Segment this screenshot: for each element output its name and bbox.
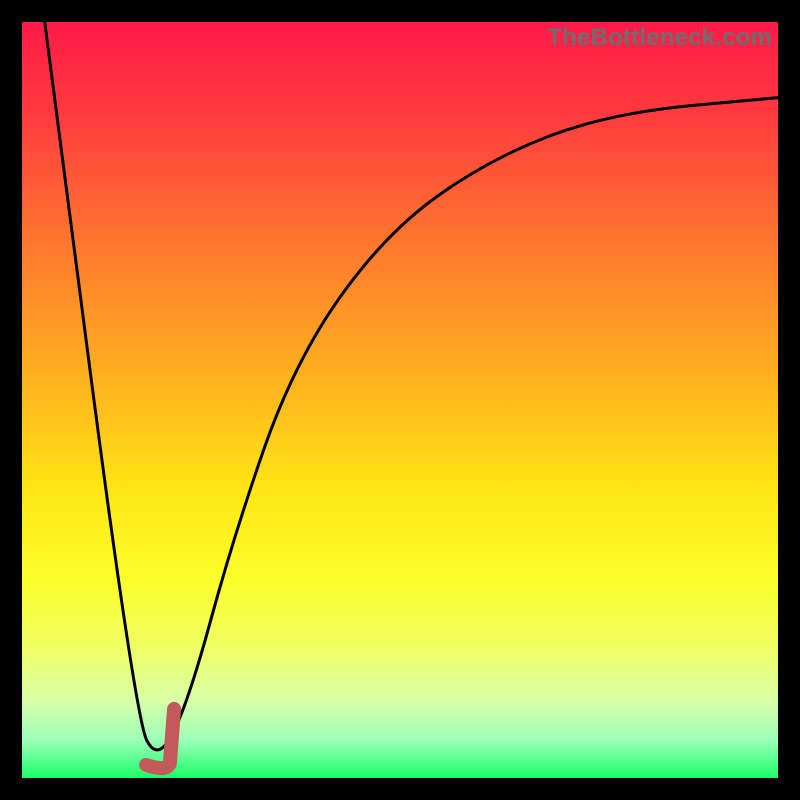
watermark-label: TheBottleneck.com [547, 24, 772, 52]
chart-frame: TheBottleneck.com [0, 0, 800, 800]
chart-svg [22, 22, 778, 778]
plot-background [22, 22, 778, 778]
chart-plot-area: TheBottleneck.com [22, 22, 778, 778]
